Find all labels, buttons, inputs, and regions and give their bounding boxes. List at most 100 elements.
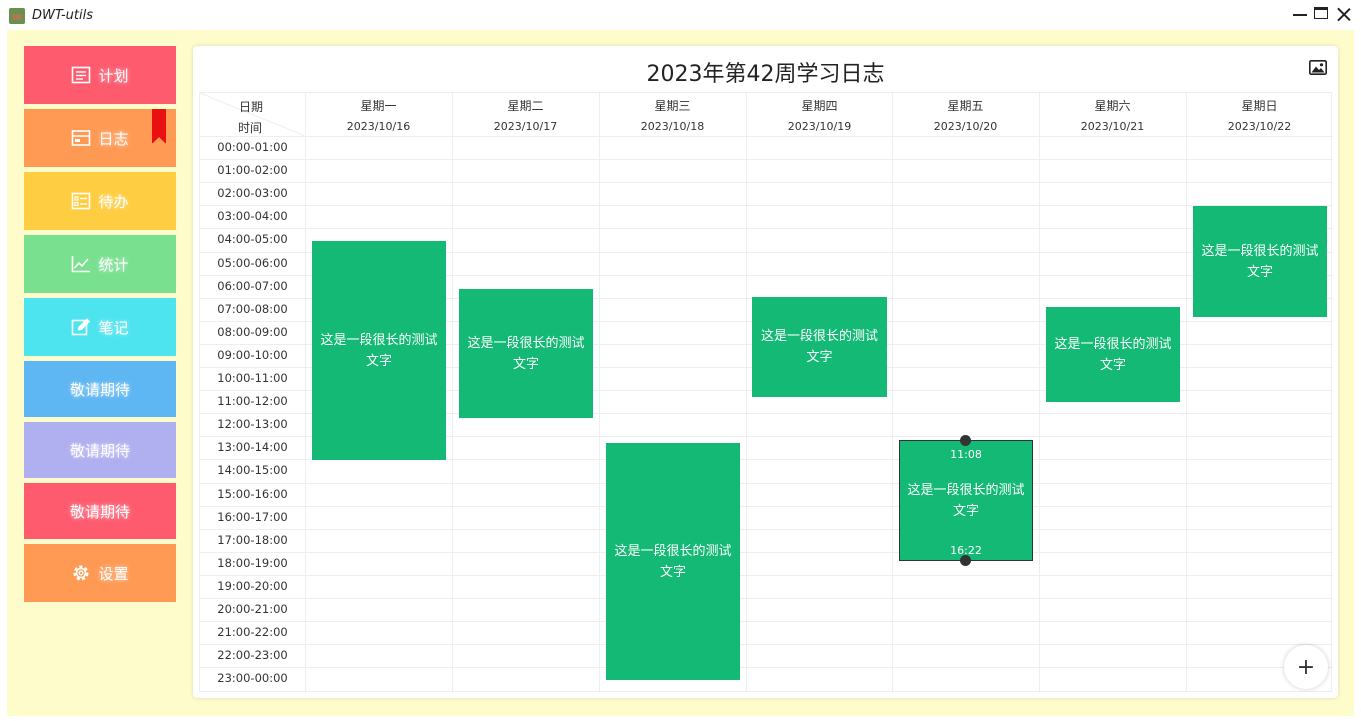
event-text: 这是一段很长的测试文字 [614,543,732,580]
row-divider [200,667,1333,669]
event-text: 这是一段很长的测试文字 [1054,336,1172,373]
time-slot-label: 06:00-07:00 [217,278,288,293]
row-divider [200,482,1333,484]
day-header-date: 2023/10/16 [346,120,411,133]
sidebar-item-journal[interactable]: 日志 [24,109,176,167]
day-header-name: 星期四 [801,99,838,113]
add-event-button[interactable]: + [1284,645,1328,689]
sidebar-item-coming-soon-3[interactable]: 敬请期待 [24,483,176,539]
time-slot-label: 22:00-23:00 [217,648,288,663]
time-slot-label: 01:00-02:00 [217,163,288,178]
row-divider [200,574,1333,576]
active-bookmark-icon [152,109,166,144]
event-card[interactable]: 这是一段很长的测试文字 [1046,307,1180,402]
row-divider [200,505,1333,507]
row-divider [200,598,1333,599]
time-slot-label: 11:00-12:00 [217,394,288,409]
day-header-name: 星期三 [654,99,691,113]
day-header-date: 2023/10/19 [787,120,852,133]
event-card-selected[interactable]: 11:08 这是一段很长的测试文字 16:22 [899,440,1033,561]
time-slot-label: 20:00-21:00 [217,602,288,616]
resize-handle-top[interactable] [960,435,971,446]
sidebar-item-label: 计划 [98,66,129,85]
time-slot-label: 17:00-18:00 [217,532,288,547]
minimize-icon[interactable] [1291,5,1309,23]
checklist-icon [72,192,91,210]
event-text: 这是一段很长的测试文字 [467,335,585,372]
event-card[interactable]: 这是一段很长的测试文字 [606,443,740,680]
sidebar-item-stats[interactable]: 统计 [24,235,176,293]
time-slot-label: 08:00-09:00 [217,324,288,339]
day-header-date: 2023/10/20 [933,120,998,133]
day-header-name: 星期一 [360,99,397,113]
time-slot-label: 13:00-14:00 [217,440,288,455]
week-grid: 日期 时间 星期一 2023/10/16 星期二 2023/10/17 星期三 2023/… [199,92,1333,693]
row-divider [200,205,1333,207]
title-bar: DWT-utils [0,0,1361,30]
day-header-date: 2023/10/18 [640,120,705,133]
time-slot-label: 07:00-08:00 [217,301,288,316]
row-divider [200,228,1333,230]
day-header-date: 2023/10/21 [1080,120,1145,133]
time-header-label: 时间 [238,121,263,135]
event-text: 这是一段很长的测试文字 [907,482,1025,519]
time-slot-label: 12:00-13:00 [217,417,288,432]
event-card[interactable]: 这是一段很长的测试文字 [752,297,887,397]
edit-icon [72,318,91,336]
event-start-time: 11:08 [950,448,982,461]
sidebar-item-label: 统计 [98,255,129,274]
time-slot-label: 09:00-10:00 [217,347,288,362]
event-card[interactable]: 这是一段很长的测试文字 [459,289,593,418]
sidebar-item-plan[interactable]: 计划 [24,46,176,104]
day-header-date: 2023/10/22 [1227,120,1292,133]
window-title: DWT-utils [32,8,93,23]
day-header-name: 星期二 [507,99,544,113]
event-card[interactable]: 这是一段很长的测试文字 [1193,206,1327,317]
time-slot-label: 02:00-03:00 [217,186,288,201]
row-divider [200,621,1333,623]
time-slot-label: 03:00-04:00 [217,209,288,224]
sidebar-item-coming-soon-1[interactable]: 敬请期待 [24,361,176,417]
sidebar-item-label: 设置 [98,564,129,583]
sidebar-item-coming-soon-2[interactable]: 敬请期待 [24,422,176,478]
sidebar-item-label: 敬请期待 [69,380,130,399]
event-text: 这是一段很长的测试文字 [760,329,878,365]
time-slot-label: 16:00-17:00 [217,509,288,524]
event-text: 这是一段很长的测试文字 [320,332,438,369]
resize-handle-bottom[interactable] [960,555,971,566]
sidebar-item-label: 笔记 [98,318,129,337]
sidebar-item-label: 敬请期待 [69,502,130,521]
list-icon [72,66,91,84]
time-slot-label: 19:00-20:00 [217,578,288,593]
journal-card: 2023年第42周学习日志 日期 时间 星期一 2023/10/16 星期二 2023… [193,46,1338,698]
calendar-card-icon [72,130,91,146]
sidebar-item-label: 敬请期待 [69,441,130,460]
maximize-icon[interactable] [1313,5,1331,23]
close-icon[interactable] [1335,5,1353,23]
time-slot-label: 05:00-06:00 [217,255,288,270]
day-header-name: 星期五 [947,99,984,113]
time-slot-label: 04:00-05:00 [217,232,288,247]
time-slot-label: 15:00-16:00 [217,486,288,501]
time-slot-label: 14:00-15:00 [217,463,288,478]
time-slot-label: 21:00-22:00 [217,625,288,640]
image-export-icon[interactable] [1309,60,1327,75]
sidebar-item-notes[interactable]: 笔记 [24,298,176,356]
date-header-label: 日期 [239,100,264,114]
row-divider [200,182,1333,184]
row-divider [200,159,1333,161]
gear-icon [73,565,89,581]
sidebar-item-todo[interactable]: 待办 [24,172,176,230]
sidebar-item-settings[interactable]: 设置 [24,544,176,602]
time-slot-label: 00:00-01:00 [217,140,288,154]
page-title: 2023年第42周学习日志 [646,62,885,87]
row-divider [200,528,1333,530]
sidebar-item-label: 待办 [98,192,129,211]
time-slot-label: 18:00-19:00 [217,555,288,570]
event-card[interactable]: 这是一段很长的测试文字 [312,241,446,460]
time-slot-label: 23:00-00:00 [217,671,288,686]
day-header-date: 2023/10/17 [493,120,558,133]
sidebar-item-label: 日志 [98,129,129,148]
row-divider [200,551,1333,553]
day-header-name: 星期六 [1094,99,1131,113]
